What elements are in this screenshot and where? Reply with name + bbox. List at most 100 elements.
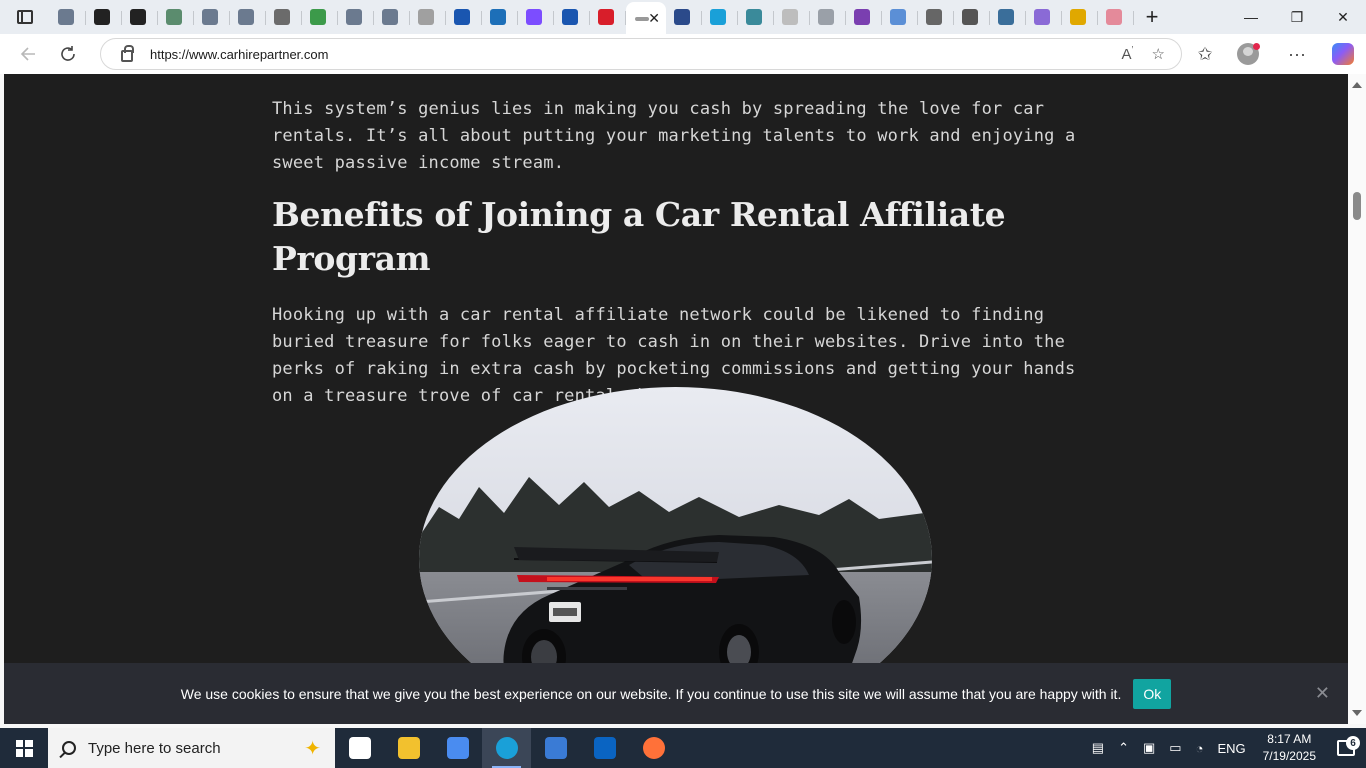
favorite-star-icon[interactable]: ☆ — [1152, 45, 1165, 63]
taskbar-app-task-view[interactable] — [335, 728, 384, 768]
scroll-thumb[interactable] — [1353, 192, 1361, 220]
notification-center-button[interactable]: 6 — [1326, 736, 1366, 756]
news-widget-icon[interactable]: ▤ — [1085, 740, 1111, 756]
browser-tab[interactable] — [338, 2, 374, 32]
red-circle-icon — [598, 9, 614, 25]
search-icon — [562, 9, 578, 25]
browser-tab[interactable] — [518, 2, 554, 32]
clock[interactable]: 8:17 AM 7/19/2025 — [1253, 731, 1326, 765]
globe-green-icon — [310, 9, 326, 25]
browser-tab[interactable] — [810, 2, 846, 32]
url-text: https://www.carhirepartner.com — [150, 46, 329, 62]
browser-tab[interactable] — [122, 2, 158, 32]
gear-icon — [818, 9, 834, 25]
taskbar-app-copilot[interactable] — [433, 728, 482, 768]
taskbar-app-edge[interactable] — [482, 728, 531, 768]
browser-tab[interactable] — [302, 2, 338, 32]
minimize-button[interactable]: — — [1228, 0, 1274, 34]
browser-tab[interactable] — [86, 2, 122, 32]
boat-icon — [998, 9, 1014, 25]
scroll-down-icon[interactable] — [1352, 710, 1362, 716]
browser-tab[interactable] — [846, 2, 882, 32]
clock-date: 7/19/2025 — [1262, 749, 1316, 763]
taskbar-app-store[interactable] — [531, 728, 580, 768]
task-view-icon — [348, 737, 371, 759]
favorites-button[interactable]: ✩ — [1182, 38, 1228, 70]
chevron-up-icon[interactable]: ⌃ — [1111, 740, 1136, 756]
taskbar-app-firefox[interactable] — [629, 728, 678, 768]
profile-button[interactable] — [1228, 38, 1274, 70]
back-button[interactable] — [8, 38, 48, 70]
wifi-icon[interactable]: ◔ — [1189, 741, 1211, 756]
browser-tab[interactable] — [954, 2, 990, 32]
close-tab-icon[interactable]: ✕ — [648, 10, 660, 27]
browser-tab[interactable] — [446, 2, 482, 32]
more-icon: ··· — [1288, 43, 1306, 64]
language-indicator[interactable]: ENG — [1210, 741, 1252, 756]
taskbar-app-file-explorer[interactable] — [384, 728, 433, 768]
clock-time: 8:17 AM — [1267, 732, 1312, 746]
browser-tab[interactable] — [50, 2, 86, 32]
browser-tab[interactable] — [590, 2, 626, 32]
gray-icon — [418, 9, 434, 25]
search-icon — [62, 741, 76, 755]
browser-tab[interactable] — [738, 2, 774, 32]
new-tab-button[interactable]: + — [1134, 0, 1170, 34]
browser-tab[interactable] — [1062, 2, 1098, 32]
xf-icon — [490, 9, 506, 25]
page-scrollbar[interactable] — [1348, 74, 1366, 724]
lock-icon — [121, 45, 134, 62]
taskbar-app-outlook[interactable] — [580, 728, 629, 768]
browser-tab[interactable] — [554, 2, 590, 32]
cookie-ok-button[interactable]: Ok — [1133, 678, 1172, 709]
tab-actions-button[interactable] — [0, 0, 50, 34]
back-arrow-icon — [20, 47, 35, 61]
browser-tab[interactable] — [1026, 2, 1062, 32]
e-purple-icon — [526, 9, 542, 25]
browser-tab[interactable] — [410, 2, 446, 32]
copilot-button[interactable] — [1320, 38, 1366, 70]
notification-count: 6 — [1346, 736, 1360, 750]
scroll-up-icon[interactable] — [1352, 82, 1362, 88]
meet-icon[interactable]: ▣ — [1136, 740, 1162, 756]
p-icon — [890, 9, 906, 25]
tab-separator — [1133, 11, 1134, 25]
browser-tab[interactable] — [230, 2, 266, 32]
windows-taskbar: Type here to search ✦ ▤ ⌃ ▣ ▭ ◔ ENG 8:17… — [0, 728, 1366, 768]
u-icon — [854, 9, 870, 25]
browser-tab[interactable] — [266, 2, 302, 32]
browser-tab[interactable] — [1098, 2, 1134, 32]
tab-active-carhirepartner[interactable]: ✕ — [626, 2, 666, 34]
settings-more-button[interactable]: ··· — [1274, 38, 1320, 70]
browser-tab[interactable] — [194, 2, 230, 32]
article-content: This system’s genius lies in making you … — [272, 96, 1088, 410]
pill-icon — [782, 9, 798, 25]
favorites-icon: ✩ — [1197, 43, 1213, 64]
search-icon — [202, 9, 218, 25]
read-aloud-icon[interactable]: Aʼ — [1122, 45, 1134, 63]
close-window-button[interactable]: ✕ — [1320, 0, 1366, 34]
browser-tab[interactable] — [158, 2, 194, 32]
tab-actions-icon — [17, 10, 33, 24]
battery-icon[interactable]: ▭ — [1162, 740, 1188, 756]
copilot-icon — [446, 737, 469, 759]
close-icon[interactable]: ✕ — [1315, 683, 1330, 704]
cookie-banner: We use cookies to ensure that we give yo… — [4, 663, 1348, 724]
browser-tab[interactable] — [374, 2, 410, 32]
browser-tab[interactable] — [666, 2, 702, 32]
store-icon — [544, 737, 567, 759]
firefox-icon — [642, 737, 665, 759]
refresh-button[interactable] — [48, 38, 88, 70]
taskbar-search-box[interactable]: Type here to search ✦ — [48, 728, 335, 768]
start-button[interactable] — [0, 728, 48, 768]
browser-tab[interactable] — [702, 2, 738, 32]
browser-tab[interactable] — [774, 2, 810, 32]
browser-tab[interactable] — [918, 2, 954, 32]
browser-tab[interactable] — [990, 2, 1026, 32]
windows-logo-icon — [15, 739, 33, 757]
bing-chat-icon — [130, 9, 146, 25]
browser-tab[interactable] — [882, 2, 918, 32]
browser-tab[interactable] — [482, 2, 518, 32]
address-bar[interactable]: https://www.carhirepartner.com Aʼ ☆ — [100, 38, 1182, 70]
restore-button[interactable]: ❐ — [1274, 0, 1320, 34]
